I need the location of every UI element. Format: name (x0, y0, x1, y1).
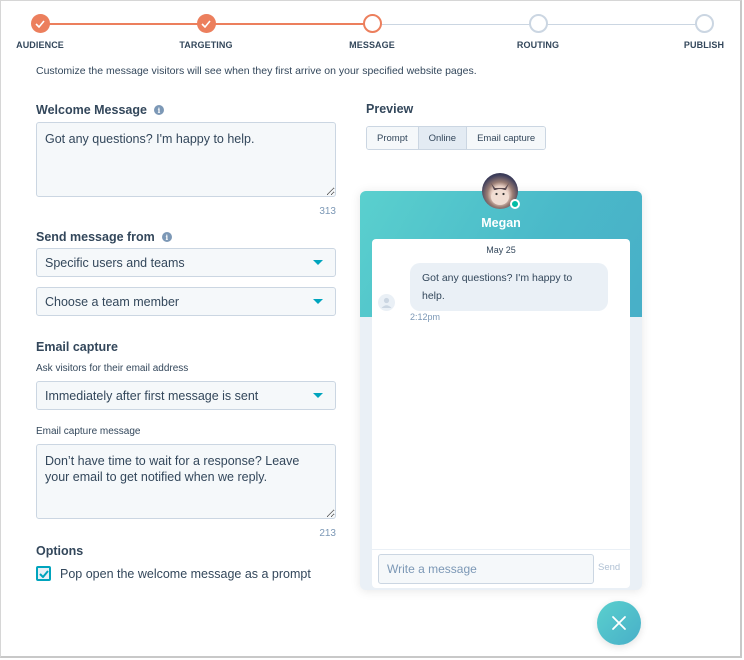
send-from-mode-select[interactable]: Specific users and teams (36, 248, 336, 277)
chat-conversation: May 25 Got any questions? I'm happy to h… (372, 239, 630, 588)
email-capture-message-input[interactable] (36, 444, 336, 519)
tab-email-capture[interactable]: Email capture (467, 127, 546, 149)
tab-online[interactable]: Online (418, 127, 468, 149)
select-value: Choose a team member (45, 294, 180, 309)
caret-down-icon (313, 299, 323, 304)
step-publish[interactable]: PUBLISH (664, 14, 744, 50)
select-value: Immediately after first message is sent (45, 388, 259, 403)
email-capture-char-counter: 213 (319, 528, 336, 539)
email-capture-timing-select[interactable]: Immediately after first message is sent (36, 381, 336, 410)
popopen-label: Pop open the welcome message as a prompt (60, 566, 311, 581)
send-button[interactable]: Send (598, 562, 620, 573)
caret-down-icon (313, 260, 323, 265)
chat-message-bubble: Got any questions? I'm happy to help. (410, 263, 608, 311)
preview-heading: Preview (366, 102, 413, 116)
preview-label: Preview (366, 102, 414, 116)
step-routing[interactable]: ROUTING (498, 14, 578, 50)
chat-message-input[interactable] (378, 554, 594, 584)
welcome-char-counter: 313 (319, 206, 336, 217)
chat-widget-preview: Megan May 25 Got any questions? I'm happ… (360, 191, 642, 590)
chat-timestamp: 2:12pm (410, 312, 441, 322)
intro-text: Customize the message visitors will see … (36, 65, 477, 77)
email-capture-message-label: Email capture message (36, 426, 141, 437)
step-label: TARGETING (179, 40, 233, 50)
step-audience[interactable]: AUDIENCE (0, 14, 80, 50)
ask-visitors-label: Ask visitors for their email address (36, 363, 189, 374)
team-member-select[interactable]: Choose a team member (36, 287, 336, 316)
step-message[interactable]: MESSAGE (332, 14, 412, 50)
current-step-circle-icon (362, 14, 382, 33)
agent-name: Megan (481, 216, 521, 230)
check-icon (196, 14, 216, 33)
info-icon[interactable]: i (161, 232, 172, 242)
send-from-label: Send message from (36, 230, 155, 244)
check-icon (38, 569, 49, 578)
options-label: Options (36, 544, 84, 558)
progress-stepper: AUDIENCE TARGETING MESSAGE ROUTING PUBLI… (0, 0, 744, 60)
select-value: Specific users and teams (45, 255, 185, 270)
pending-step-circle-icon (528, 14, 548, 33)
options-heading: Options (36, 544, 83, 558)
caret-down-icon (313, 393, 323, 398)
info-icon[interactable]: i (153, 105, 164, 115)
chat-launcher-close-button[interactable] (597, 601, 641, 645)
chat-date: May 25 (486, 245, 516, 255)
pending-step-circle-icon (694, 14, 714, 33)
chat-compose: Send (372, 549, 630, 588)
email-capture-heading: Email capture (36, 340, 118, 354)
preview-mode-tabs: Prompt Online Email capture (366, 126, 547, 150)
email-capture-label: Email capture (36, 340, 118, 354)
user-avatar-icon (378, 294, 395, 311)
welcome-message-heading: Welcome Message i (36, 103, 164, 117)
online-status-icon (510, 199, 520, 209)
step-label: PUBLISH (683, 40, 725, 50)
tab-prompt[interactable]: Prompt (367, 127, 419, 149)
step-label: MESSAGE (349, 40, 395, 50)
step-label: ROUTING (516, 40, 560, 50)
welcome-message-input[interactable] (36, 122, 336, 197)
check-icon (30, 14, 50, 33)
popopen-checkbox[interactable] (36, 566, 51, 581)
step-targeting[interactable]: TARGETING (166, 14, 246, 50)
popopen-option[interactable]: Pop open the welcome message as a prompt (36, 566, 311, 581)
step-label: AUDIENCE (16, 40, 64, 50)
send-from-heading: Send message from i (36, 230, 172, 244)
welcome-message-label: Welcome Message (36, 103, 147, 117)
close-icon (612, 616, 626, 630)
